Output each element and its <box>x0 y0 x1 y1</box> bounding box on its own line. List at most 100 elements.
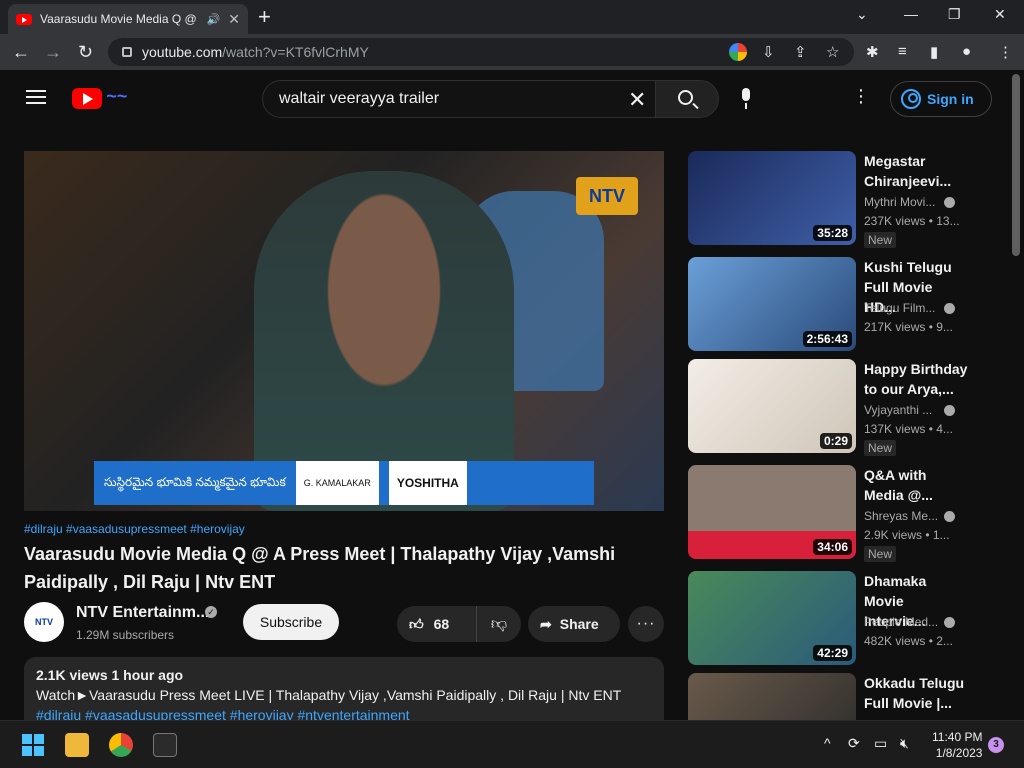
verified-check-icon: ✓ <box>205 606 217 618</box>
thumbs-down-icon: 👎︎ <box>490 615 508 633</box>
like-button[interactable]: 👍︎ 68 <box>397 606 477 642</box>
recommendation-views: 137K views • 4... <box>864 422 953 436</box>
like-dislike-group: 👍︎ 68 👎︎ <box>397 606 521 642</box>
url-path: /watch?v=KT6fvlCrhMY <box>222 44 369 60</box>
close-window-button[interactable]: ✕ <box>994 6 1006 23</box>
sign-in-button[interactable]: Sign in <box>890 81 992 117</box>
settings-kebab-icon[interactable]: · · · <box>857 80 865 112</box>
search-icon <box>678 90 693 105</box>
video-thumbnail[interactable]: 2:56:43 <box>688 257 856 351</box>
tab-search-icon[interactable]: ⌄ <box>856 6 868 23</box>
sign-in-label: Sign in <box>927 91 974 107</box>
recommendation-channel[interactable]: Shreyas Me... <box>864 509 938 523</box>
page-scrollbar[interactable] <box>1012 74 1020 256</box>
video-thumbnail[interactable]: 42:29 <box>688 571 856 665</box>
voice-search-icon[interactable] <box>740 88 752 110</box>
google-lens-icon[interactable] <box>729 43 747 61</box>
like-count: 68 <box>433 616 450 632</box>
network-icon[interactable]: ▭ <box>874 735 887 752</box>
verified-check-icon <box>944 303 955 314</box>
youtube-header: ~~ waltair veerayya trailer ✕ · · · Sign i… <box>0 70 1024 126</box>
video-thumbnail[interactable]: 34:06 <box>688 465 856 559</box>
profile-icon[interactable]: ● <box>962 43 971 60</box>
minimize-button[interactable]: — <box>904 6 918 22</box>
video-thumbnail[interactable]: 35:28 <box>688 151 856 245</box>
channel-avatar[interactable]: NTV <box>24 602 64 642</box>
reload-button[interactable]: ↻ <box>78 42 93 63</box>
banner-text: సుస్థిరమైన భూమికి నమ్మకమైన భూమిక <box>104 474 286 489</box>
recommendation-item[interactable]: 35:28 Megastar Chiranjeevi... Mythri Mov… <box>688 151 1008 248</box>
file-explorer-icon[interactable] <box>65 733 89 757</box>
youtube-favicon-icon <box>16 13 32 25</box>
forward-button[interactable]: → <box>44 42 62 63</box>
search-button[interactable] <box>655 80 719 118</box>
recommendation-item[interactable]: Okkadu Telugu Full Movie |... <box>688 673 1008 721</box>
chrome-icon[interactable] <box>109 733 133 757</box>
more-actions-button[interactable]: ··· <box>628 606 664 642</box>
share-button[interactable]: ➦ Share <box>528 606 620 642</box>
video-thumbnail[interactable] <box>688 673 856 721</box>
browser-toolbar: ← → ↻ youtube.com/watch?v=KT6fvlCrhMY ⇩ … <box>0 34 1024 70</box>
channel-name[interactable]: NTV Entertainm... <box>76 604 209 622</box>
notification-badge[interactable]: 3 <box>988 737 1004 753</box>
recommendation-title: Okkadu Telugu Full Movie |... <box>864 675 965 711</box>
youtube-logo[interactable] <box>72 88 102 109</box>
duration-badge: 42:29 <box>813 645 852 661</box>
duration-badge: 35:28 <box>813 225 852 241</box>
terminal-icon[interactable] <box>153 733 177 757</box>
recommendation-channel[interactable]: Mythri Movi... <box>864 195 935 209</box>
extensions-icon[interactable]: ✱ <box>866 43 879 61</box>
system-clock[interactable]: 11:40 PM 1/8/2023 <box>932 729 982 761</box>
side-panel-icon[interactable]: ▮ <box>930 43 938 61</box>
share-label: Share <box>559 616 599 632</box>
audio-playing-icon[interactable]: 🔊 <box>207 13 221 26</box>
windows-start-icon[interactable] <box>22 734 44 756</box>
browser-tab-strip: Vaarasudu Movie Media Q @ 🔊 ✕ + ⌄ — ❐ ✕ <box>0 0 1024 34</box>
recommendation-views: 237K views • 13... <box>864 214 960 228</box>
sync-icon[interactable]: ⟳ <box>848 735 860 752</box>
new-badge: New <box>864 440 897 456</box>
recommendation-item[interactable]: 34:06 Q&A with Media @... Shreyas Me... … <box>688 465 1008 562</box>
new-tab-button[interactable]: + <box>258 4 271 30</box>
verified-check-icon <box>944 405 955 416</box>
recommendation-views: 482K views • 2... <box>864 634 953 648</box>
video-hashtags[interactable]: #dilraju #vaasadusupressmeet #herovijay <box>24 522 245 536</box>
back-button[interactable]: ← <box>12 42 30 63</box>
duration-badge: 2:56:43 <box>802 331 852 347</box>
recommendation-item[interactable]: 42:29 Dhamaka Movie Intervie... People M… <box>688 571 1008 665</box>
search-input[interactable]: waltair veerayya trailer <box>262 80 666 118</box>
maximize-button[interactable]: ❐ <box>948 6 961 23</box>
video-player[interactable]: NTV సుస్థిరమైన భూమికి నమ్మకమైన భూమిక G. … <box>24 151 664 511</box>
bookmark-star-icon[interactable]: ☆ <box>826 43 839 61</box>
chrome-menu-icon[interactable]: ⋮ <box>998 43 1013 61</box>
subscribe-button[interactable]: Subscribe <box>243 604 339 640</box>
video-thumbnail[interactable]: 0:29 <box>688 359 856 453</box>
recommendation-item[interactable]: 2:56:43 Kushi Telugu Full Movie HD... Te… <box>688 257 1008 351</box>
browser-tab[interactable]: Vaarasudu Movie Media Q @ 🔊 ✕ <box>8 4 248 34</box>
recommendation-channel[interactable]: Telugu Film... <box>864 301 935 315</box>
lock-icon[interactable] <box>122 47 132 57</box>
install-icon[interactable]: ⇩ <box>762 43 775 61</box>
new-badge: New <box>864 232 897 248</box>
share-page-icon[interactable]: ⇪ <box>794 43 807 61</box>
clock-time: 11:40 PM <box>932 730 983 744</box>
menu-icon[interactable] <box>26 90 46 104</box>
recommendation-item[interactable]: 0:29 Happy Birthday to our Arya,... Vyja… <box>688 359 1008 456</box>
youtube-doodle-logo[interactable]: ~~ <box>106 86 166 110</box>
close-tab-icon[interactable]: ✕ <box>228 11 240 28</box>
dislike-button[interactable]: 👎︎ <box>477 615 521 634</box>
windows-taskbar: ^ ⟳ ▭ 🔇︎ 11:40 PM 1/8/2023 3 <box>0 720 1024 768</box>
description-line: Watch►Vaarasudu Press Meet LIVE | Thalap… <box>36 687 622 703</box>
volume-mute-icon[interactable]: 🔇︎ <box>900 735 909 752</box>
duration-badge: 34:06 <box>813 539 852 555</box>
verified-check-icon <box>944 511 955 522</box>
new-badge: New <box>864 546 897 562</box>
recommendation-channel[interactable]: Vyjayanthi ... <box>864 403 932 417</box>
recommendation-title: Megastar Chiranjeevi... <box>864 153 952 189</box>
account-icon <box>901 89 921 109</box>
media-controls-icon[interactable]: ≡ <box>898 43 907 60</box>
clear-search-icon[interactable]: ✕ <box>628 87 646 113</box>
show-hidden-icons-icon[interactable]: ^ <box>824 735 831 751</box>
banner-name: G. KAMALAKAR <box>295 461 379 505</box>
recommendation-channel[interactable]: People Med... <box>864 615 938 629</box>
